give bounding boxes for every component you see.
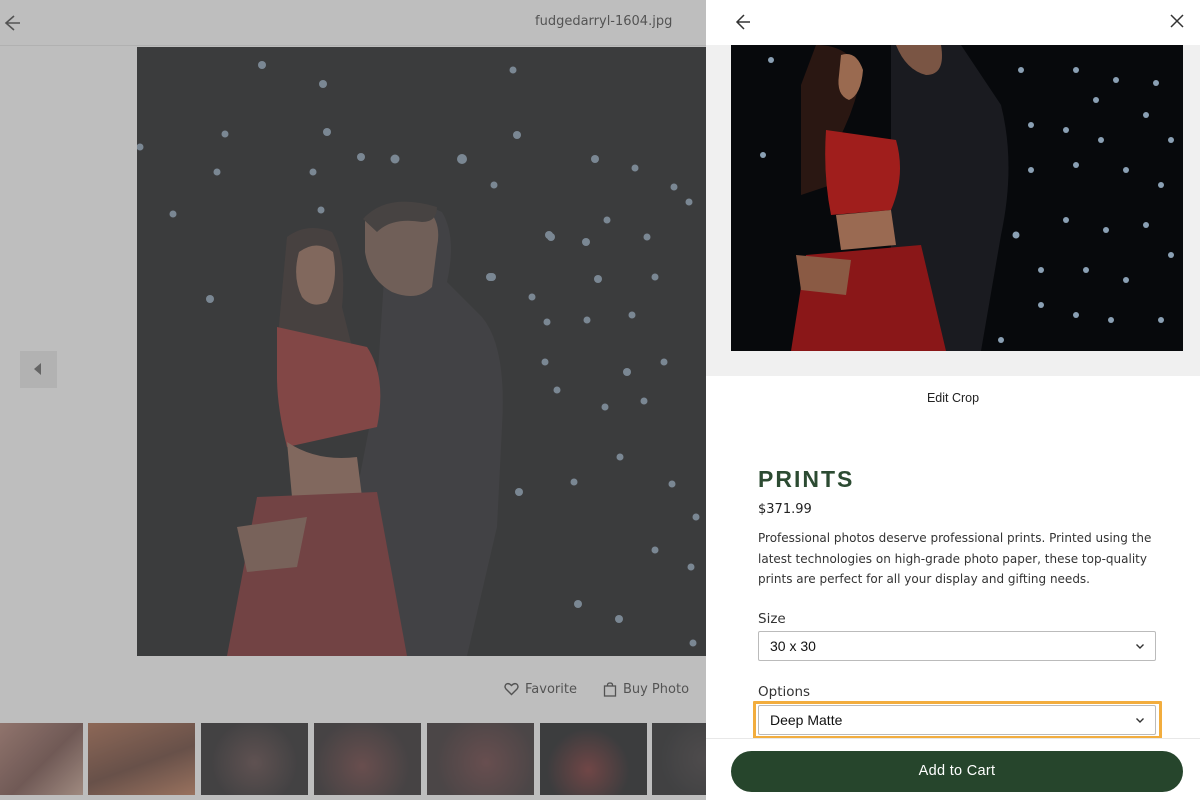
photo-viewer: fudgedarryl-1604.jpg Favorite Buy Photo — [0, 0, 706, 800]
thumbnail-selected[interactable] — [540, 723, 647, 795]
close-button[interactable] — [1168, 12, 1186, 30]
shopping-bag-icon — [603, 681, 617, 697]
size-label: Size — [758, 611, 786, 627]
viewer-back-button[interactable] — [0, 12, 22, 34]
product-title: PRINTS — [758, 466, 855, 492]
thumbnail[interactable] — [201, 723, 308, 795]
chevron-down-icon — [1136, 718, 1144, 723]
favorite-button[interactable]: Favorite — [504, 679, 577, 699]
chevron-down-icon — [1136, 644, 1144, 649]
options-select-value: Deep Matte — [770, 712, 843, 728]
photo-actions: Favorite Buy Photo — [504, 679, 689, 699]
viewer-topbar: fudgedarryl-1604.jpg — [0, 0, 706, 46]
thumbnail[interactable] — [88, 723, 195, 795]
add-to-cart-button[interactable]: Add to Cart — [731, 751, 1183, 792]
thumbnail[interactable] — [427, 723, 534, 795]
thumbnail[interactable] — [314, 723, 421, 795]
panel-header — [706, 0, 1200, 45]
thumbnail[interactable] — [0, 723, 83, 795]
panel-back-button[interactable] — [732, 12, 752, 32]
close-icon — [1170, 14, 1184, 28]
favorite-label: Favorite — [525, 681, 577, 697]
main-photo — [137, 47, 706, 656]
product-description: Professional photos deserve professional… — [758, 531, 1152, 586]
previous-photo-button[interactable] — [20, 351, 57, 388]
arrow-left-icon — [735, 14, 750, 30]
size-select[interactable]: 30 x 30 — [758, 631, 1156, 661]
caret-left-icon — [34, 363, 41, 375]
print-preview-image — [731, 45, 1183, 351]
options-select[interactable]: Deep Matte — [758, 705, 1156, 735]
product-price: $371.99 — [758, 502, 812, 517]
couple-photo-image — [137, 61, 700, 656]
edit-crop-link[interactable]: Edit Crop — [706, 391, 1200, 405]
thumbnail-strip — [0, 723, 706, 795]
buy-photo-label: Buy Photo — [622, 681, 690, 697]
arrow-left-icon — [4, 15, 20, 31]
heart-icon — [504, 682, 519, 696]
buy-photo-button[interactable]: Buy Photo — [603, 679, 689, 699]
options-label: Options — [758, 684, 811, 700]
print-preview-area — [706, 45, 1200, 376]
thumbnail[interactable] — [652, 723, 706, 795]
photo-filename: fudgedarryl-1604.jpg — [535, 14, 673, 29]
size-select-value: 30 x 30 — [770, 638, 816, 654]
print-purchase-panel: Edit Crop PRINTS $371.99 Professional ph… — [706, 0, 1200, 800]
